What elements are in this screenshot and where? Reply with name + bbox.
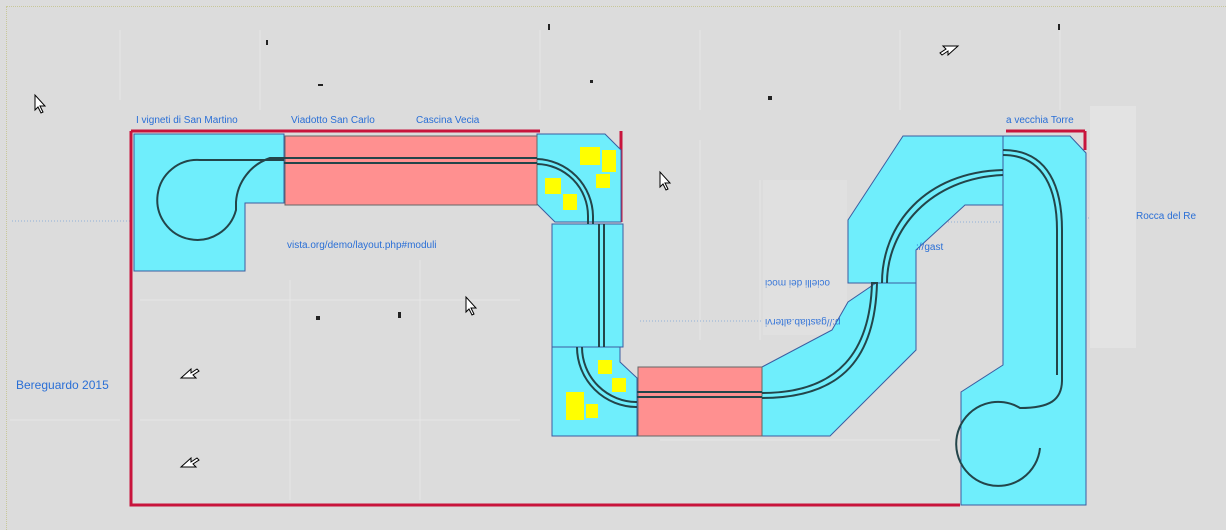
layout-canvas: I vigneti di San Martino Viadotto San Ca…: [0, 0, 1226, 530]
label-bereguardo: Bereguardo 2015: [16, 378, 109, 392]
label-mirrored-1: ocielli dei moci: [765, 277, 831, 288]
light-patch: [763, 180, 847, 335]
light-patch: [1090, 106, 1136, 348]
label-gast: ://gast: [916, 242, 944, 253]
label-rocca: Rocca del Re: [1136, 211, 1197, 222]
label-viadotto: Viadotto San Carlo: [291, 115, 375, 126]
label-torre: a vecchia Torre: [1006, 115, 1074, 126]
bridge-viadotto: [284, 135, 538, 206]
label-vigneti: I vigneti di San Martino: [136, 115, 238, 126]
label-cascina: Cascina Vecia: [416, 115, 480, 126]
module-straight-vertical: [551, 223, 624, 348]
label-mirrored-2: p://gastlab.altervi: [765, 316, 841, 327]
label-url: vista.org/demo/layout.php#moduli: [287, 240, 437, 251]
layout-diagram: [10, 24, 1136, 507]
module-curve-upper: [847, 135, 1004, 284]
bridge-lower: [637, 366, 763, 437]
